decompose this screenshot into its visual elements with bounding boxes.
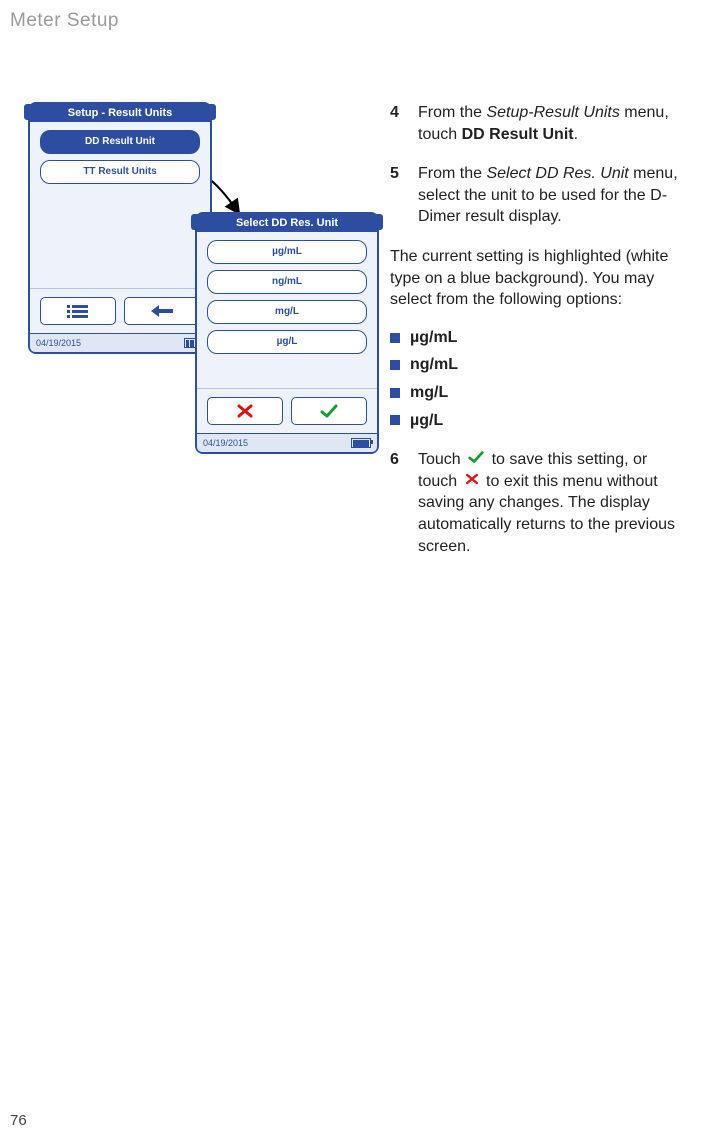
back-arrow-icon <box>149 303 175 319</box>
screen-select-status: 04/19/2015 <box>197 433 377 452</box>
back-button[interactable] <box>124 297 200 325</box>
screen-setup-body: DD Result Unit TT Result Units <box>30 122 210 289</box>
bullet-icon <box>390 388 400 398</box>
opt-2: mg/L <box>410 382 448 404</box>
close-icon <box>235 404 255 418</box>
opt-item: µg/mL <box>390 327 687 349</box>
options-list: µg/mL ng/mL mg/L µg/L <box>390 327 687 431</box>
opt-3: µg/L <box>410 410 443 432</box>
tt-result-units-button[interactable]: TT Result Units <box>40 160 200 184</box>
step-4-num: 4 <box>390 102 404 145</box>
step-4-target: DD Result Unit <box>462 126 574 143</box>
battery-full-icon <box>351 438 371 448</box>
option-ug-ml[interactable]: µg/mL <box>207 240 367 264</box>
step-5-menu: Select DD Res. Unit <box>486 165 628 182</box>
ok-button[interactable] <box>291 397 367 425</box>
main-content: Setup - Result Units DD Result Unit TT R… <box>10 102 687 575</box>
step-6-p1: Touch <box>418 451 465 468</box>
check-icon <box>319 404 339 418</box>
step-6: 6 Touch to save this setting, or touch t… <box>390 449 687 557</box>
screen-select-controls <box>197 389 377 433</box>
figure-area: Setup - Result Units DD Result Unit TT R… <box>10 102 350 472</box>
step-4-pre: From the <box>418 104 486 121</box>
opt-item: ng/mL <box>390 354 687 376</box>
step-5: 5 From the Select DD Res. Unit menu, sel… <box>390 163 687 228</box>
bullet-icon <box>390 360 400 370</box>
screen-setup-title-text: Setup - Result Units <box>68 107 173 119</box>
page-header: Meter Setup <box>10 10 687 32</box>
bullet-icon <box>390 415 400 425</box>
step-5-num: 5 <box>390 163 404 228</box>
screen-select-title: Select DD Res. Unit <box>197 214 377 232</box>
screen-setup-controls <box>30 289 210 333</box>
list-button[interactable] <box>40 297 116 325</box>
step-4-post: . <box>574 126 578 143</box>
screen-setup-title: Setup - Result Units <box>30 104 210 122</box>
cancel-button[interactable] <box>207 397 283 425</box>
text-column: 4 From the Setup-Result Units menu, touc… <box>390 102 687 575</box>
opt-item: µg/L <box>390 410 687 432</box>
bullet-icon <box>390 333 400 343</box>
screen-select-dd-res-unit: Select DD Res. Unit µg/mL ng/mL mg/L µg/… <box>195 212 379 454</box>
option-ug-l[interactable]: µg/L <box>207 330 367 354</box>
screen-setup-result-units: Setup - Result Units DD Result Unit TT R… <box>28 102 212 354</box>
step-5-pre: From the <box>418 165 486 182</box>
dd-result-unit-button[interactable]: DD Result Unit <box>40 130 200 154</box>
option-ng-ml[interactable]: ng/mL <box>207 270 367 294</box>
screen-select-date: 04/19/2015 <box>203 438 248 448</box>
opt-1: ng/mL <box>410 354 458 376</box>
page-number: 76 <box>10 1112 27 1129</box>
step-5-body: From the Select DD Res. Unit menu, selec… <box>418 163 687 228</box>
opt-0: µg/mL <box>410 327 457 349</box>
option-mg-l[interactable]: mg/L <box>207 300 367 324</box>
step-4-menu: Setup-Result Units <box>486 104 619 121</box>
step-6-num: 6 <box>390 449 404 557</box>
inline-check-icon <box>467 449 485 471</box>
screen-select-body: µg/mL ng/mL mg/L µg/L <box>197 232 377 389</box>
options-intro: The current setting is highlighted (whit… <box>390 246 687 311</box>
opt-item: mg/L <box>390 382 687 404</box>
list-icon <box>65 303 91 319</box>
step-6-body: Touch to save this setting, or touch to … <box>418 449 687 557</box>
screen-setup-status: 04/19/2015 <box>30 333 210 352</box>
step-4-body: From the Setup-Result Units menu, touch … <box>418 102 687 145</box>
screen-setup-date: 04/19/2015 <box>36 338 81 348</box>
inline-close-icon <box>464 471 480 493</box>
step-4: 4 From the Setup-Result Units menu, touc… <box>390 102 687 145</box>
screen-select-title-text: Select DD Res. Unit <box>236 217 338 229</box>
